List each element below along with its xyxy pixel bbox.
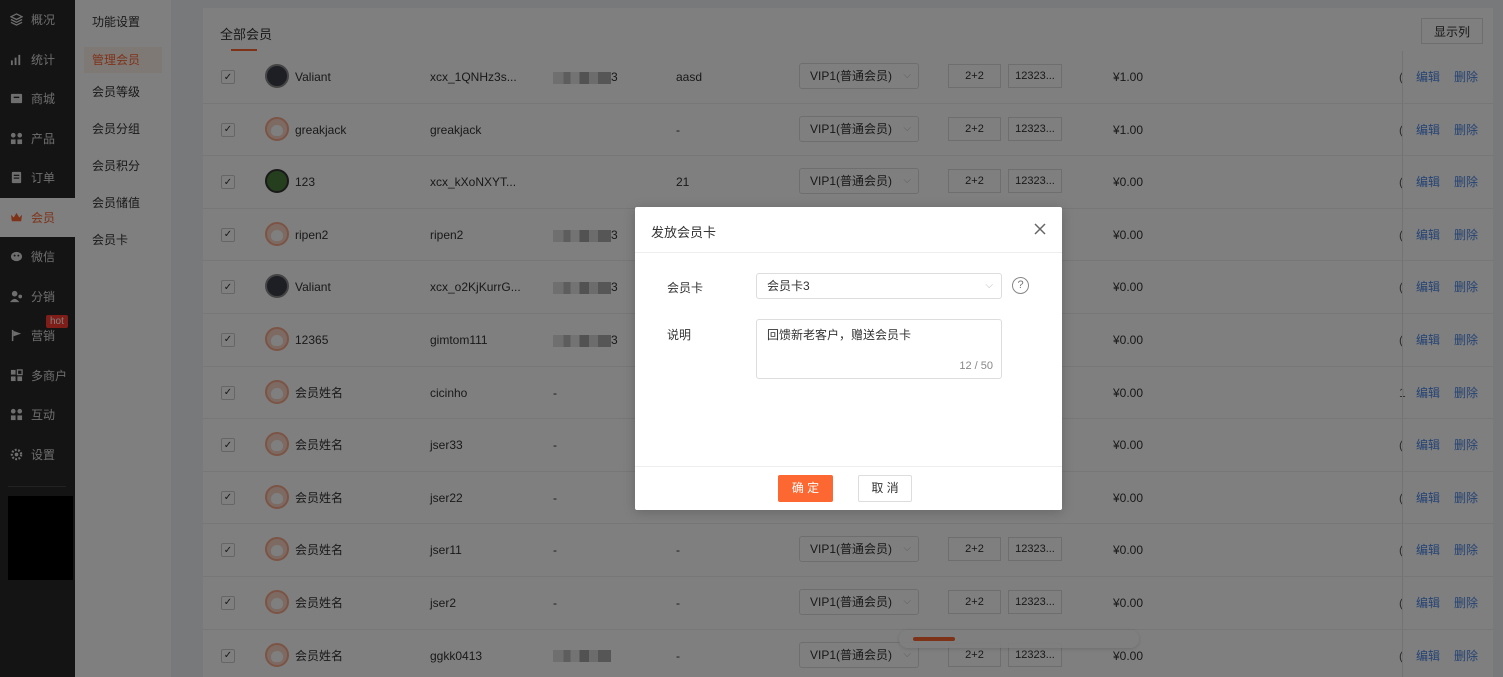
desc-char-count: 12 / 50 [959, 360, 993, 372]
confirm-button[interactable]: 确 定 [778, 475, 833, 502]
card-field-label: 会员卡 [667, 281, 704, 295]
chevron-down-icon: ⌵ [985, 280, 993, 291]
close-icon[interactable] [1032, 221, 1048, 237]
desc-textarea[interactable]: 回馈新老客户，赠送会员卡 12 / 50 [756, 319, 1002, 379]
desc-textarea-value: 回馈新老客户，赠送会员卡 [767, 328, 912, 342]
cancel-button[interactable]: 取 消 [858, 475, 912, 502]
card-select[interactable]: 会员卡3 ⌵ [756, 273, 1002, 299]
dialog-header-divider [635, 252, 1062, 253]
help-icon[interactable]: ? [1012, 277, 1029, 294]
card-select-value: 会员卡3 [767, 279, 810, 293]
dialog-footer-divider [635, 466, 1062, 467]
desc-field-label: 说明 [667, 328, 692, 342]
issue-card-dialog: 发放会员卡 会员卡 会员卡3 ⌵ ? 说明 回馈新老客户，赠送会员卡 12 / … [635, 207, 1062, 510]
dialog-title: 发放会员卡 [651, 225, 717, 240]
